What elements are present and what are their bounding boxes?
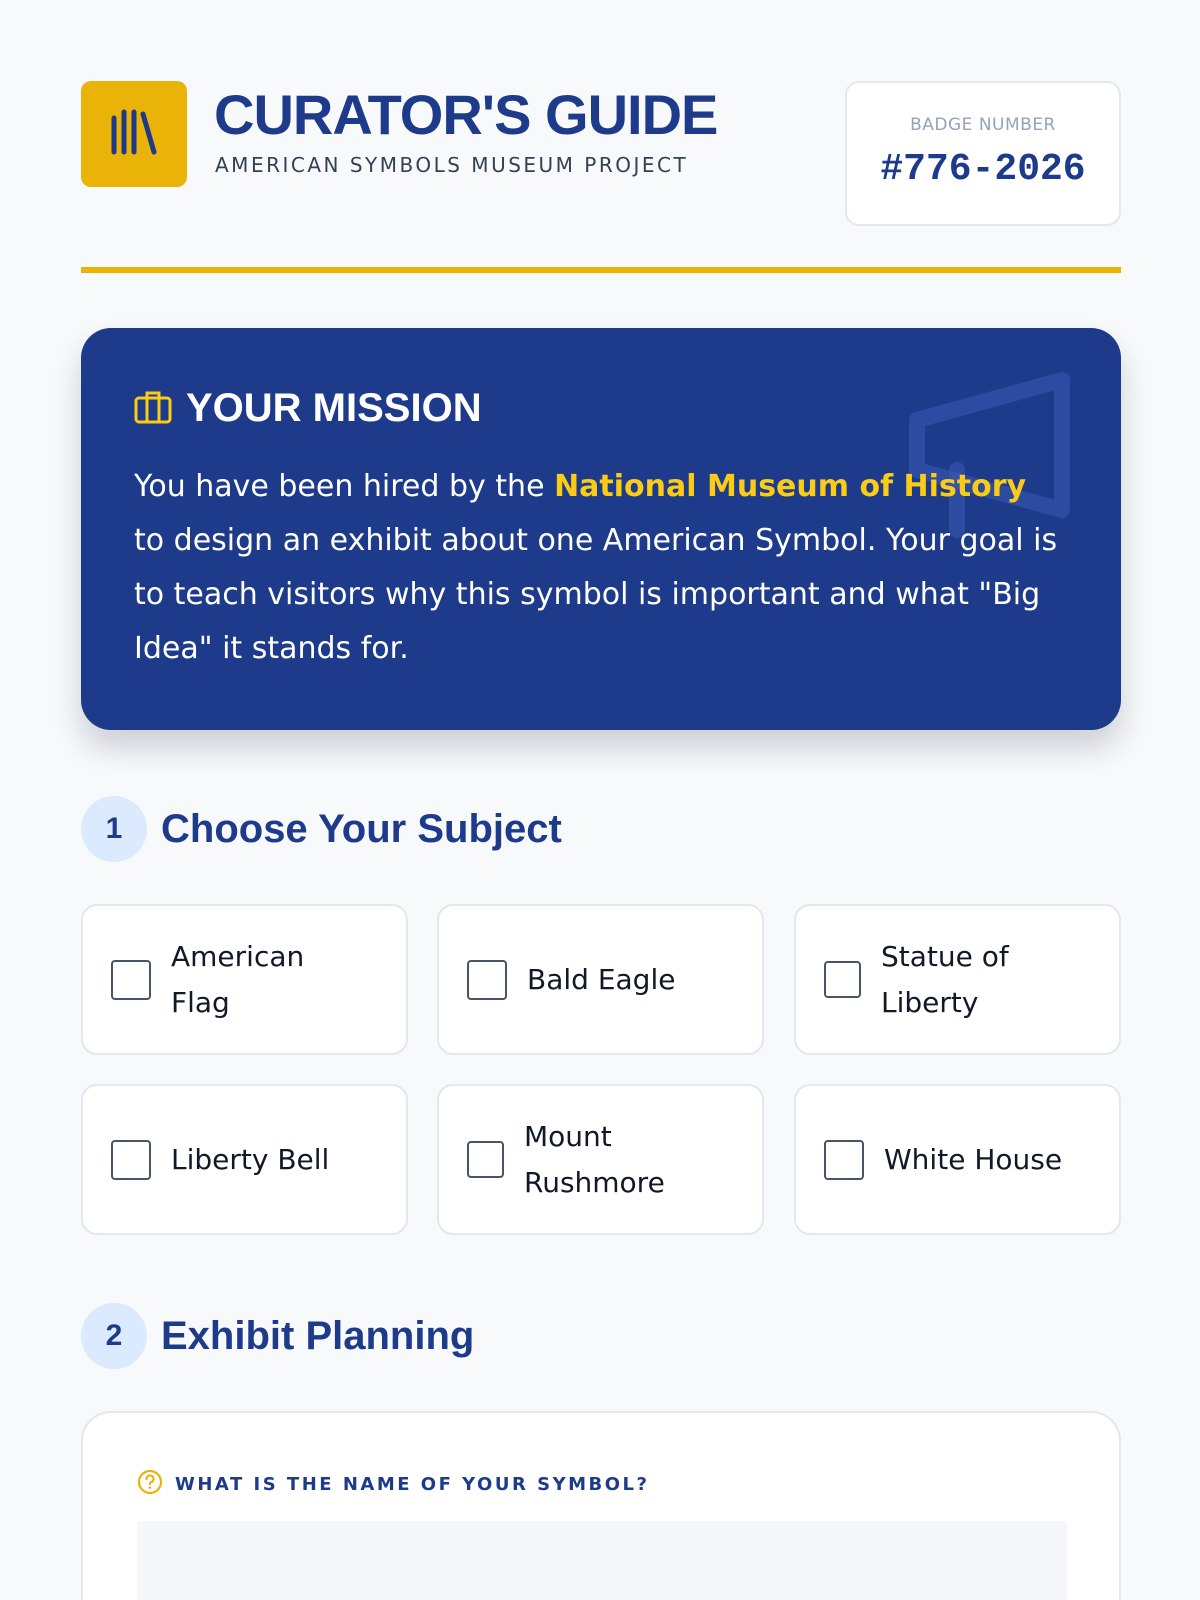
question-circle-icon <box>137 1469 163 1499</box>
subject-option-american-flag[interactable]: American Flag <box>81 904 408 1055</box>
subject-option-statue-of-liberty[interactable]: Statue of Liberty <box>794 904 1121 1055</box>
section-choose-subject: 1 Choose Your Subject <box>81 796 562 862</box>
checkbox[interactable] <box>824 1139 864 1180</box>
header-divider <box>81 267 1121 273</box>
subject-options: American Flag Bald Eagle Statue of Liber… <box>81 904 1121 1237</box>
section-exhibit-planning: 2 Exhibit Planning <box>81 1303 474 1369</box>
question-label: WHAT IS THE NAME OF YOUR SYMBOL? <box>175 1473 650 1495</box>
subject-option-bald-eagle[interactable]: Bald Eagle <box>437 904 764 1055</box>
page-title: CURATOR'S GUIDE <box>214 83 718 146</box>
exhibit-planning-card: WHAT IS THE NAME OF YOUR SYMBOL? <box>81 1411 1121 1600</box>
library-books-icon <box>81 81 187 187</box>
checkbox[interactable] <box>467 1141 504 1178</box>
section-title: Choose Your Subject <box>161 806 562 851</box>
option-label: American Flag <box>171 939 305 1019</box>
header: CURATOR'S GUIDE AMERICAN SYMBOLS MUSEUM … <box>81 81 1121 226</box>
symbol-name-input[interactable] <box>137 1521 1067 1600</box>
checkbox[interactable] <box>467 959 507 1000</box>
step-number: 2 <box>81 1303 147 1369</box>
question-symbol-name: WHAT IS THE NAME OF YOUR SYMBOL? <box>137 1469 649 1499</box>
mission-title: YOUR MISSION <box>186 386 482 430</box>
checkbox[interactable] <box>111 1139 151 1180</box>
subject-option-mount-rushmore[interactable]: Mount Rushmore <box>437 1084 764 1235</box>
mission-text: You have been hired by the National Muse… <box>134 460 1064 676</box>
checkbox[interactable] <box>111 959 151 1000</box>
subject-option-white-house[interactable]: White House <box>794 1084 1121 1235</box>
page-subtitle: AMERICAN SYMBOLS MUSEUM PROJECT <box>215 153 689 177</box>
option-label: Bald Eagle <box>527 962 676 996</box>
option-label: Mount Rushmore <box>524 1119 665 1199</box>
briefcase-icon <box>134 390 172 428</box>
step-number: 1 <box>81 796 147 862</box>
mission-header: YOUR MISSION <box>134 386 482 431</box>
museum-name-highlight: National Museum of History <box>554 469 1027 504</box>
mission-card: YOUR MISSION You have been hired by the … <box>81 328 1121 730</box>
badge-card: BADGE NUMBER #776-2026 <box>845 81 1121 226</box>
option-label: Statue of Liberty <box>881 939 1009 1019</box>
mission-text-intro: You have been hired by the <box>134 469 555 504</box>
checkbox[interactable] <box>824 961 861 998</box>
section-title: Exhibit Planning <box>161 1313 475 1358</box>
option-label: White House <box>884 1142 1063 1176</box>
badge-number: #776-2026 <box>880 148 1086 191</box>
mission-text-rest: to design an exhibit about one American … <box>134 523 1058 666</box>
option-label: Liberty Bell <box>171 1142 330 1176</box>
subject-option-liberty-bell[interactable]: Liberty Bell <box>81 1084 408 1235</box>
badge-label: BADGE NUMBER <box>910 115 1056 135</box>
